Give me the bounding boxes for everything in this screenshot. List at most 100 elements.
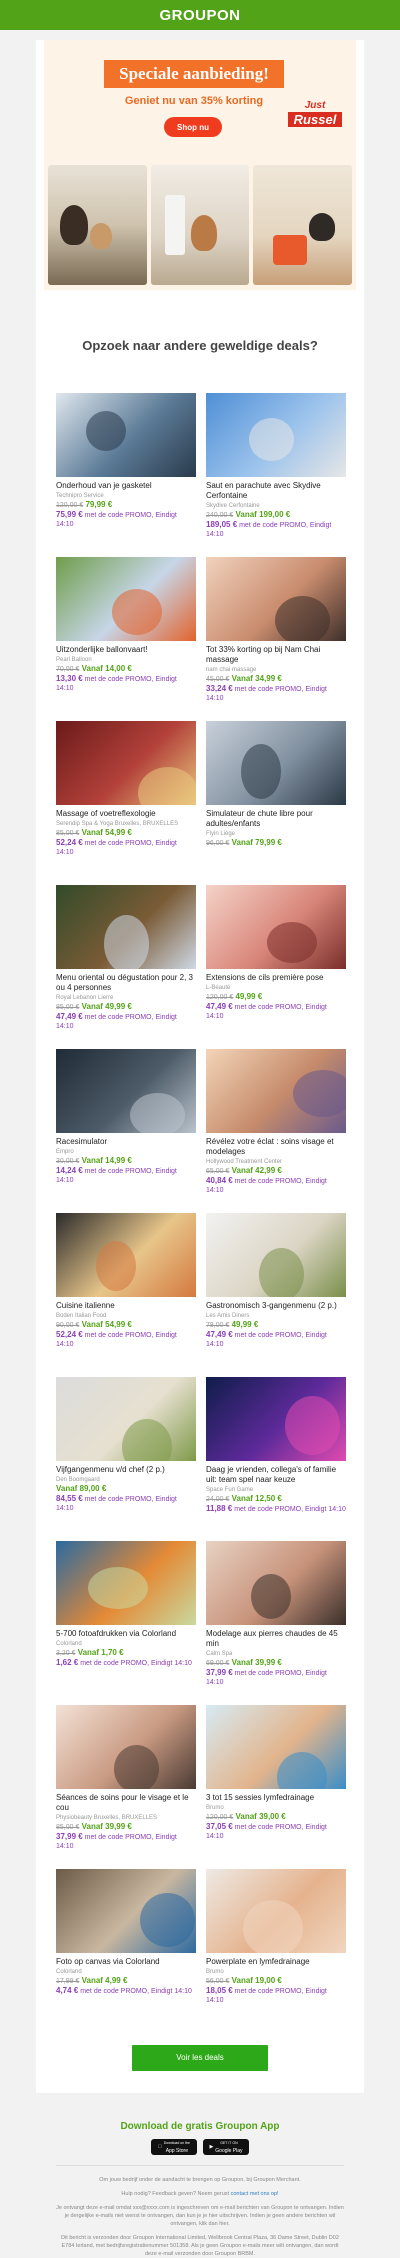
- deal-price: 39,00 €: [259, 1812, 286, 1821]
- deal-card[interactable]: Extensions de cils première pose L-Beauté…: [206, 885, 346, 1049]
- deal-card[interactable]: Menu oriental ou dégustation pour 2, 3 o…: [56, 885, 196, 1049]
- deal-title[interactable]: Simulateur de chute libre pour adultes/e…: [206, 809, 346, 829]
- deal-image[interactable]: [56, 1869, 196, 1953]
- deal-image[interactable]: [56, 721, 196, 805]
- original-price: 70,00 €: [56, 666, 80, 673]
- price-prefix: Vanaf: [231, 1166, 253, 1175]
- email-body: Speciale aanbieding! Geniet nu van 35% k…: [36, 40, 364, 2093]
- promo-price: 189,05 €: [206, 520, 238, 529]
- deal-image[interactable]: [56, 557, 196, 641]
- deal-title[interactable]: Racesimulator: [56, 1137, 196, 1147]
- deal-card[interactable]: Vijfgangenmenu v/d chef (2 p.) Den Boomga…: [56, 1377, 196, 1541]
- apple-icon: : [158, 2143, 162, 2151]
- deal-card[interactable]: Powerplate en lymfedrainage Brumo 56,00 € …: [206, 1869, 346, 2033]
- deal-card[interactable]: Massage of voetreflexologie Serendip Spa …: [56, 721, 196, 885]
- deal-image[interactable]: [56, 393, 196, 477]
- legal-text: Dit bericht is verzonden door Groupon In…: [61, 2235, 339, 2257]
- contact-link[interactable]: contact met ons op!: [231, 2191, 279, 2197]
- deal-image[interactable]: [56, 885, 196, 969]
- google-play-badge[interactable]: ▶ GET IT ON Google Play: [203, 2139, 249, 2155]
- play-label: Google Play: [215, 2148, 243, 2154]
- promo-price-line: 52,24 € met de code PROMO, Eindigt 14:10: [56, 838, 196, 857]
- deal-image[interactable]: [56, 1377, 196, 1461]
- deal-image[interactable]: [206, 1869, 346, 1953]
- deal-title[interactable]: Séances de soins pour le visage et le co…: [56, 1793, 196, 1813]
- deal-price-row: 120,00 € 49,99 €: [206, 992, 346, 1001]
- promo-price-line: 33,24 € met de code PROMO, Eindigt 14:10: [206, 684, 346, 703]
- deal-title[interactable]: Vijfgangenmenu v/d chef (2 p.): [56, 1465, 196, 1475]
- deal-title[interactable]: Saut en parachute avec Skydive Cerfontai…: [206, 481, 346, 501]
- deal-title[interactable]: Daag je vrienden, collega's of familie u…: [206, 1465, 346, 1485]
- see-deals-button[interactable]: Voir les deals: [132, 2045, 268, 2071]
- deal-card[interactable]: Séances de soins pour le visage et le co…: [56, 1705, 196, 1869]
- deal-title[interactable]: Menu oriental ou dégustation pour 2, 3 o…: [56, 973, 196, 993]
- promo-price: 75,99 €: [56, 510, 83, 519]
- deal-title[interactable]: Onderhoud van je gasketel: [56, 481, 196, 491]
- deal-title[interactable]: Foto op canvas via Colorland: [56, 1957, 196, 1967]
- deal-price-row: 240,00 € Vanaf 199,00 €: [206, 510, 346, 519]
- deal-image[interactable]: [206, 557, 346, 641]
- shop-now-button[interactable]: Shop nu: [164, 117, 222, 137]
- deal-merchant: Serendip Spa & Yoga Bruxelles, BRUXELLES: [56, 821, 179, 827]
- price-prefix: Vanaf: [81, 1002, 103, 1011]
- deal-image[interactable]: [206, 1377, 346, 1461]
- pet-photo-3: [253, 165, 353, 285]
- app-store-badge[interactable]:  Download on the App Store: [151, 2139, 197, 2155]
- deal-title[interactable]: Powerplate en lymfedrainage: [206, 1957, 346, 1967]
- deal-price-row: 45,00 € Vanaf 34,99 €: [206, 674, 346, 683]
- deal-card[interactable]: 3 tot 15 sessies lymfedrainage Brumo 120,0…: [206, 1705, 346, 1869]
- deal-card[interactable]: Modelage aux pierres chaudes de 45 min Ca…: [206, 1541, 346, 1705]
- deal-image[interactable]: [56, 1705, 196, 1789]
- deal-card[interactable]: Gastronomisch 3-gangenmenu (2 p.) Les Ami…: [206, 1213, 346, 1377]
- deal-title[interactable]: Révélez votre éclat : soins visage et mo…: [206, 1137, 346, 1157]
- promo-price: 14,24 €: [56, 1166, 83, 1175]
- deal-image[interactable]: [206, 885, 346, 969]
- deal-image[interactable]: [206, 1049, 346, 1133]
- deal-image[interactable]: [206, 1541, 346, 1625]
- deal-image[interactable]: [206, 721, 346, 805]
- deal-title[interactable]: Tot 33% korting op bij Nam Chai massage: [206, 645, 346, 665]
- deal-title[interactable]: 3 tot 15 sessies lymfedrainage: [206, 1793, 346, 1803]
- deal-price-row: 120,00 € Vanaf 39,00 €: [206, 1812, 346, 1821]
- deal-card[interactable]: Simulateur de chute libre pour adultes/e…: [206, 721, 346, 885]
- promo-price: 52,24 €: [56, 838, 83, 847]
- deal-card[interactable]: Onderhoud van je gasketel Technipro Servi…: [56, 393, 196, 557]
- deal-card[interactable]: Racesimulator Empro 30,00 € Vanaf 14,99 €1…: [56, 1049, 196, 1213]
- deal-card[interactable]: Saut en parachute avec Skydive Cerfontai…: [206, 393, 346, 557]
- original-price: 24,00 €: [206, 1496, 230, 1503]
- promo-price: 40,84 €: [206, 1176, 233, 1185]
- price-prefix: Vanaf: [231, 1976, 253, 1985]
- deal-title[interactable]: Massage of voetreflexologie: [56, 809, 196, 819]
- deal-title[interactable]: 5-700 fotoafdrukken via Colorland: [56, 1629, 196, 1639]
- original-price: 65,00 €: [206, 1168, 230, 1175]
- deal-image[interactable]: [56, 1049, 196, 1133]
- price-prefix: Vanaf: [235, 1812, 257, 1821]
- deal-image[interactable]: [206, 1705, 346, 1789]
- deal-title[interactable]: Gastronomisch 3-gangenmenu (2 p.): [206, 1301, 346, 1311]
- deal-image[interactable]: [56, 1213, 196, 1297]
- deal-title[interactable]: Modelage aux pierres chaudes de 45 min: [206, 1629, 346, 1649]
- deal-card[interactable]: 5-700 fotoafdrukken via Colorland Colorla…: [56, 1541, 196, 1705]
- deal-title[interactable]: Extensions de cils première pose: [206, 973, 346, 983]
- deal-card[interactable]: Uitzonderlijke ballonvaart! Pearl Balloon…: [56, 557, 196, 721]
- deal-title[interactable]: Uitzonderlijke ballonvaart!: [56, 645, 196, 655]
- promo-subtitle: Geniet nu van 35% korting: [124, 95, 264, 107]
- deal-card[interactable]: Daag je vrienden, collega's of familie u…: [206, 1377, 346, 1541]
- deal-card[interactable]: Cuisine italienne Boden Italian Food 90,00…: [56, 1213, 196, 1377]
- email-header: GROUPON: [0, 0, 400, 30]
- deal-merchant: Colorland: [56, 1641, 82, 1647]
- deal-card[interactable]: Tot 33% korting op bij Nam Chai massage n…: [206, 557, 346, 721]
- deal-image[interactable]: [56, 1541, 196, 1625]
- deal-title[interactable]: Cuisine italienne: [56, 1301, 196, 1311]
- deal-image[interactable]: [206, 1213, 346, 1297]
- groupon-logo[interactable]: GROUPON: [159, 7, 240, 24]
- deal-card[interactable]: Foto op canvas via Colorland Colorland 17,…: [56, 1869, 196, 2033]
- promo-banner[interactable]: Speciale aanbieding! Geniet nu van 35% k…: [44, 40, 356, 290]
- deal-price: 34,99 €: [255, 674, 282, 683]
- price-prefix: Vanaf: [231, 1658, 253, 1667]
- deal-price-row: 96,00 € Vanaf 79,99 €: [206, 838, 346, 847]
- deal-image[interactable]: [206, 393, 346, 477]
- promo-text: met de code PROMO, Eindigt 14:10: [80, 1988, 192, 1995]
- deal-price: 79,99 €: [255, 838, 282, 847]
- deal-card[interactable]: Révélez votre éclat : soins visage et mo…: [206, 1049, 346, 1213]
